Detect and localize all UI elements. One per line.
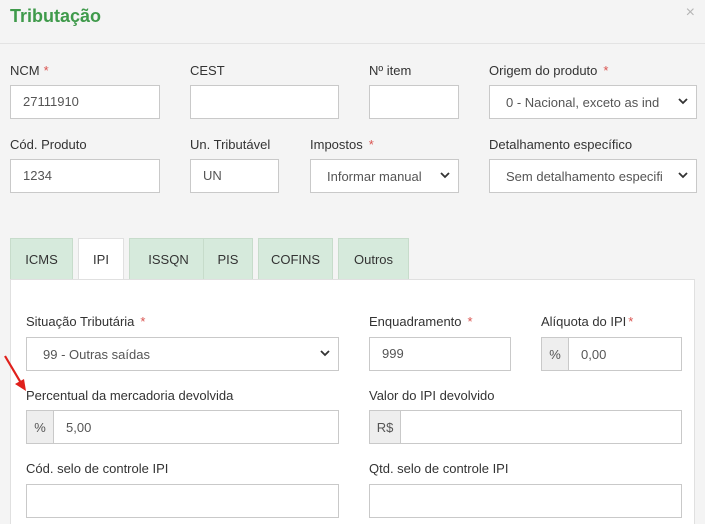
required-marker: * [628, 314, 634, 329]
modal-title: Tributação [10, 6, 102, 26]
n-item-label: Nº item [369, 63, 412, 78]
impostos-select-value: Informar manual [327, 168, 422, 184]
enquadramento-input[interactable]: 999 [369, 337, 511, 371]
un-tributavel-label: Un. Tributável [190, 137, 271, 152]
qtd-selo-input[interactable] [369, 484, 682, 518]
percentual-input[interactable]: 5,00 [54, 411, 103, 443]
tab-ipi[interactable]: IPI [78, 238, 124, 280]
detalhamento-label: Detalhamento específico [489, 137, 633, 152]
situacao-label: Situação Tributária * [26, 314, 146, 329]
valor-devolvido-input-group: R$ [369, 410, 682, 444]
valor-devolvido-input[interactable] [401, 411, 425, 443]
tab-icms[interactable]: ICMS [10, 238, 73, 279]
detalhamento-select[interactable]: Sem detalhamento especifi [489, 159, 697, 193]
red-arrow-icon [4, 355, 26, 391]
ncm-input[interactable]: 27111910 [10, 85, 160, 119]
qtd-selo-label: Qtd. selo de controle IPI [369, 461, 509, 476]
cest-label: CEST [190, 63, 225, 78]
impostos-select[interactable]: Informar manual [310, 159, 459, 193]
percentual-label: Percentual da mercadoria devolvida [26, 388, 234, 403]
valor-devolvido-label: Valor do IPI devolvido [369, 388, 495, 403]
required-marker: * [43, 63, 49, 78]
detalhamento-select-value: Sem detalhamento especifi [506, 168, 663, 184]
un-tributavel-input[interactable]: UN [190, 159, 279, 193]
modal-header: Tributação × [0, 0, 705, 44]
required-marker: * [603, 63, 609, 78]
required-marker: * [140, 314, 146, 329]
impostos-label: Impostos * [310, 137, 374, 152]
chevron-down-icon [320, 350, 330, 357]
tab-outros[interactable]: Outros [338, 238, 409, 279]
close-icon[interactable]: × [686, 4, 695, 22]
cod-produto-input[interactable]: 1234 [10, 159, 160, 193]
aliquota-label: Alíquota do IPI * [541, 314, 634, 329]
cod-produto-label: Cód. Produto [10, 137, 87, 152]
ncm-label: NCM * [10, 63, 49, 78]
origem-label: Origem do produto * [489, 63, 609, 78]
cest-input[interactable] [190, 85, 339, 119]
aliquota-input-group: % 0,00 [541, 337, 682, 371]
enquadramento-label: Enquadramento * [369, 314, 473, 329]
origem-select-value: 0 - Nacional, exceto as ind [506, 94, 660, 110]
currency-addon: R$ [370, 411, 401, 443]
situacao-select-value: 99 - Outras saídas [43, 346, 150, 362]
cod-selo-input[interactable] [26, 484, 339, 518]
origem-select[interactable]: 0 - Nacional, exceto as ind [489, 85, 697, 119]
chevron-down-icon [440, 172, 450, 179]
percent-addon: % [542, 338, 569, 370]
situacao-select[interactable]: 99 - Outras saídas [26, 337, 339, 371]
chevron-down-icon [678, 98, 688, 105]
required-marker: * [368, 137, 374, 152]
chevron-down-icon [678, 172, 688, 179]
tab-cofins[interactable]: COFINS [258, 238, 333, 279]
percentual-input-group: % 5,00 [26, 410, 339, 444]
cod-selo-label: Cód. selo de controle IPI [26, 461, 169, 476]
n-item-input[interactable] [369, 85, 459, 119]
percent-addon: % [27, 411, 54, 443]
aliquota-input[interactable]: 0,00 [569, 338, 618, 370]
tab-issqn[interactable]: ISSQN [129, 238, 208, 279]
tab-pis[interactable]: PIS [203, 238, 253, 279]
required-marker: * [467, 314, 473, 329]
